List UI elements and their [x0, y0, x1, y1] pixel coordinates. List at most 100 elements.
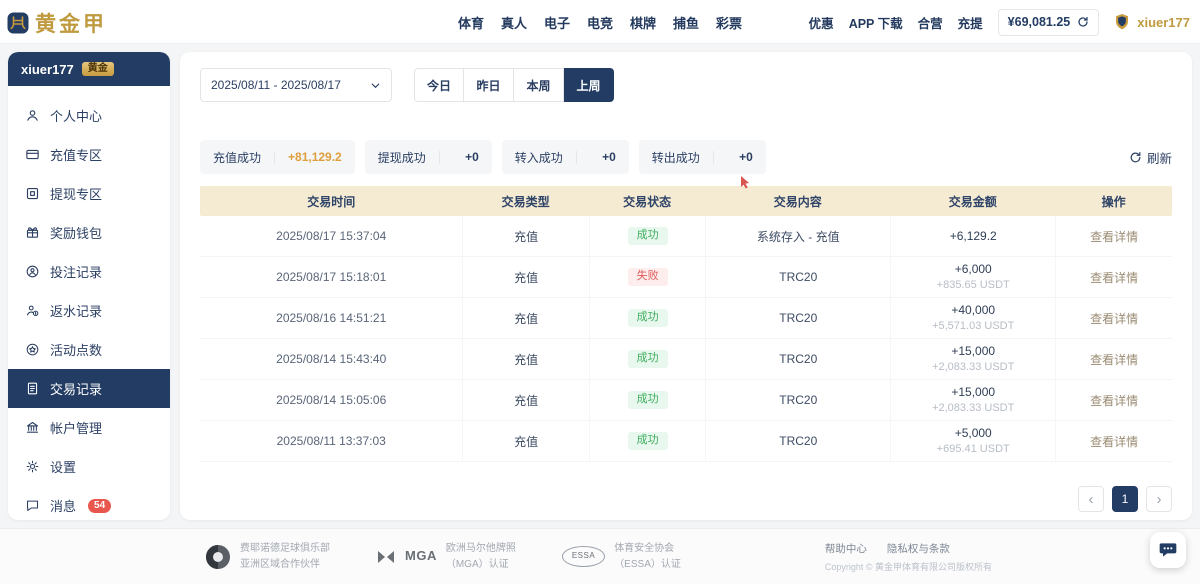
cell-type: 充值 — [462, 257, 588, 297]
refresh-button[interactable]: 刷新 — [1129, 148, 1172, 167]
tab-today[interactable]: 今日 — [414, 68, 464, 102]
partner-feyenoord: 费耶诺德足球俱乐部 亚洲区域合作伙伴 — [205, 541, 330, 573]
table-header: 交易时间 交易类型 交易状态 交易内容 交易金额 操作 — [200, 186, 1172, 216]
date-range-select[interactable]: 2025/08/11 - 2025/08/17 — [200, 68, 392, 102]
link-app-download[interactable]: APP 下载 — [849, 13, 903, 32]
nav-item-sports[interactable]: 体育 — [458, 13, 484, 32]
next-page-button[interactable]: › — [1146, 486, 1172, 512]
col-amount: 交易金额 — [890, 193, 1055, 210]
view-details-link[interactable]: 查看详情 — [1090, 433, 1138, 450]
message-icon — [25, 498, 40, 513]
view-details-link[interactable]: 查看详情 — [1090, 228, 1138, 245]
filter-row: 2025/08/11 - 2025/08/17 今日 昨日 本周 上周 — [200, 68, 1172, 102]
privacy-terms-link[interactable]: 隐私权与条款 — [887, 541, 950, 556]
cell-amount: +15,000 — [951, 384, 995, 400]
status-badge: 成功 — [628, 309, 668, 327]
cell-amount: +6,000 — [955, 261, 992, 277]
feyenoord-logo-icon — [205, 544, 231, 570]
mga-logo-icon — [376, 549, 396, 565]
cell-amount: +40,000 — [951, 302, 995, 318]
view-details-link[interactable]: 查看详情 — [1090, 392, 1138, 409]
rebate-icon — [25, 303, 40, 318]
tab-yesterday[interactable]: 昨日 — [464, 68, 514, 102]
transaction-records-panel: 2025/08/11 - 2025/08/17 今日 昨日 本周 上周 充值成功… — [180, 52, 1192, 520]
refresh-balance-icon[interactable] — [1077, 16, 1089, 28]
sidebar-item-label: 设置 — [50, 457, 76, 476]
nav-item-fishing[interactable]: 捕鱼 — [673, 13, 699, 32]
nav-item-esports[interactable]: 电竞 — [587, 13, 613, 32]
refresh-label: 刷新 — [1147, 148, 1172, 167]
tab-last-week[interactable]: 上周 — [564, 68, 614, 102]
link-promotions[interactable]: 优惠 — [809, 13, 834, 32]
transaction-doc-icon — [25, 381, 40, 396]
summary-withdraw-success: 提现成功 +0 — [365, 140, 492, 174]
cell-content: TRC20 — [705, 298, 890, 338]
page-number-button[interactable]: 1 — [1112, 486, 1138, 512]
cell-time: 2025/08/14 15:05:06 — [200, 380, 462, 420]
summary-value: +81,129.2 — [288, 150, 342, 164]
balance-box[interactable]: ¥69,081.25 — [998, 9, 1100, 36]
chevron-down-icon — [370, 80, 381, 91]
nav-item-live-casino[interactable]: 真人 — [501, 13, 527, 32]
sidebar-item-transaction-records[interactable]: 交易记录 — [8, 369, 170, 408]
cell-content: TRC20 — [705, 380, 890, 420]
cell-usdt: +2,083.33 USDT — [932, 360, 1014, 375]
divider — [439, 151, 440, 164]
sidebar-item-bet-records[interactable]: 投注记录 — [8, 252, 170, 291]
nav-item-lottery[interactable]: 彩票 — [716, 13, 742, 32]
summary-transfer-in-success: 转入成功 +0 — [502, 140, 629, 174]
brand-emblem-icon — [6, 11, 30, 35]
header-right: 优惠 APP 下载 合营 充提 ¥69,081.25 xiuer177 — [809, 0, 1190, 44]
refresh-icon — [1129, 151, 1142, 164]
cell-type: 充值 — [462, 421, 588, 461]
view-details-link[interactable]: 查看详情 — [1090, 310, 1138, 327]
summary-value: +0 — [453, 150, 479, 164]
link-partnership[interactable]: 合营 — [918, 13, 943, 32]
sidebar-item-label: 提现专区 — [50, 184, 102, 203]
table-row: 2025/08/14 15:05:06 充值 成功 TRC20 +15,000+… — [200, 380, 1172, 421]
sidebar-item-account-management[interactable]: 帐户管理 — [8, 408, 170, 447]
help-center-link[interactable]: 帮助中心 — [825, 541, 867, 556]
sidebar-item-label: 活动点数 — [50, 340, 102, 359]
balance-amount: ¥69,081.25 — [1008, 15, 1071, 29]
sidebar-item-label: 返水记录 — [50, 301, 102, 320]
cell-content: TRC20 — [705, 421, 890, 461]
cell-type: 充值 — [462, 216, 588, 256]
col-content: 交易内容 — [705, 193, 890, 210]
customer-service-button[interactable] — [1150, 532, 1186, 568]
summary-label: 提现成功 — [378, 149, 426, 166]
vip-level-badge: 黄金 — [82, 62, 114, 76]
view-details-link[interactable]: 查看详情 — [1090, 269, 1138, 286]
summary-value: +0 — [590, 150, 616, 164]
cell-time: 2025/08/17 15:18:01 — [200, 257, 462, 297]
cell-amount: +5,000 — [955, 425, 992, 441]
sidebar-item-activity-points[interactable]: 活动点数 — [8, 330, 170, 369]
cell-content: TRC20 — [705, 339, 890, 379]
sidebar-item-profile[interactable]: 个人中心 — [8, 96, 170, 135]
partner-subtitle: （ESSA）认证 — [614, 557, 681, 573]
cell-time: 2025/08/11 13:37:03 — [200, 421, 462, 461]
prev-page-button[interactable]: ‹ — [1078, 486, 1104, 512]
sidebar-item-settings[interactable]: 设置 — [8, 447, 170, 486]
sidebar-item-deposit[interactable]: 充值专区 — [8, 135, 170, 174]
sidebar-item-rebate-records[interactable]: 返水记录 — [8, 291, 170, 330]
cell-usdt: +695.41 USDT — [937, 442, 1010, 457]
sidebar-item-withdraw[interactable]: 提现专区 — [8, 174, 170, 213]
view-details-link[interactable]: 查看详情 — [1090, 351, 1138, 368]
sidebar-item-reward-wallet[interactable]: 奖励钱包 — [8, 213, 170, 252]
brand-name: 黄金甲 — [35, 8, 107, 38]
tab-this-week[interactable]: 本周 — [514, 68, 564, 102]
nav-item-chess[interactable]: 棋牌 — [630, 13, 656, 32]
sidebar-item-messages[interactable]: 消息 54 — [8, 486, 170, 520]
sidebar-item-label: 充值专区 — [50, 145, 102, 164]
sidebar-item-label: 奖励钱包 — [50, 223, 102, 242]
link-deposit-withdraw[interactable]: 充提 — [958, 13, 983, 32]
pagination: ‹ 1 › — [200, 486, 1172, 512]
cell-type: 充值 — [462, 298, 588, 338]
status-badge: 成功 — [628, 227, 668, 245]
cell-type: 充值 — [462, 380, 588, 420]
nav-item-slots[interactable]: 电子 — [544, 13, 570, 32]
col-type: 交易类型 — [462, 193, 588, 210]
brand-logo[interactable]: 黄金甲 — [6, 8, 107, 38]
header-username[interactable]: xiuer177 — [1137, 15, 1190, 30]
